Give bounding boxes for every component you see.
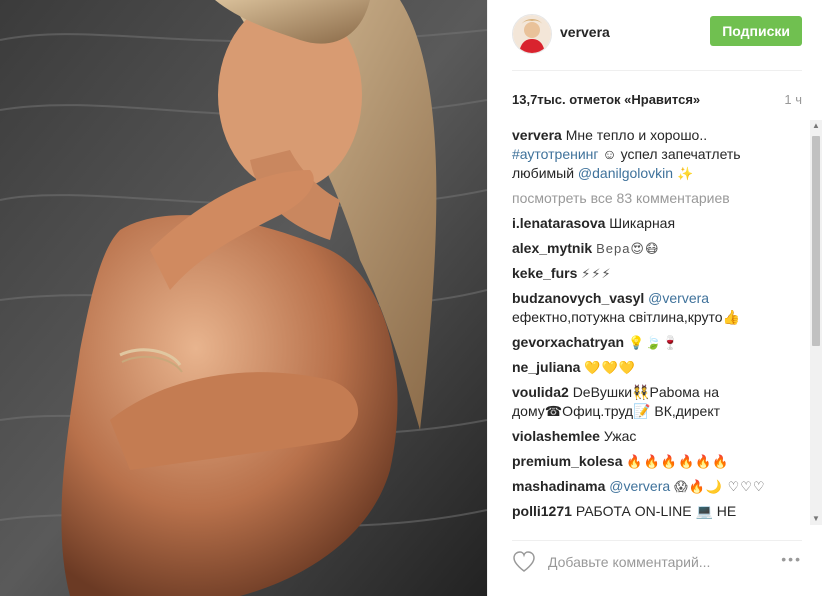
caption-username[interactable]: ververa <box>512 127 562 143</box>
view-all-comments-link[interactable]: посмотреть все 83 комментариев <box>512 189 802 208</box>
comment-text: ефектно,потужна світлина,круто👍 <box>512 309 741 325</box>
scroll-up-arrow-icon[interactable]: ▲ <box>810 120 822 132</box>
post-photo[interactable] <box>0 0 487 596</box>
comment-text: Вера😍😷 <box>596 241 660 256</box>
caption-mention[interactable]: @danilgolovkin <box>578 165 673 181</box>
comment-username[interactable]: polli1271 <box>512 503 572 519</box>
post-header: ververa Подписки <box>512 12 802 71</box>
likes-row: 13,7тыс. отметок «Нравится» 1 ч <box>512 90 802 110</box>
post-footer: ••• <box>512 540 802 585</box>
caption-line3: любимый <box>512 165 575 181</box>
comment-text: Ужас <box>603 428 637 444</box>
comment-text: ⚡⚡⚡ <box>581 266 612 281</box>
comment-username[interactable]: voulida2 <box>512 384 569 400</box>
comment-text: 🔥🔥🔥🔥🔥🔥 <box>626 454 730 469</box>
caption-line2: ☺ успел запечатлеть <box>602 146 741 162</box>
caption: ververa Мне тепло и хорошо.. #аутотренин… <box>512 126 802 183</box>
comment-username[interactable]: alex_mytnik <box>512 240 592 256</box>
comment-item: voulida2 DeBушки👯Pаboма на дому☎Офиц.тру… <box>512 383 802 421</box>
comment-text: 💛💛💛 <box>584 360 636 375</box>
comment-item: premium_kolesa 🔥🔥🔥🔥🔥🔥 <box>512 452 802 471</box>
comment-text: 😱🔥🌙 ♡♡♡ <box>674 479 766 494</box>
comment-text: РАБОТА ON-LINE 💻 НЕ <box>575 503 737 519</box>
comment-username[interactable]: keke_furs <box>512 265 577 281</box>
comments-list: ververa Мне тепло и хорошо.. #аутотренин… <box>512 126 802 524</box>
comment-username[interactable]: violashemlee <box>512 428 600 444</box>
post-time[interactable]: 1 ч <box>784 92 802 107</box>
comment-item: mashadinama @ververa 😱🔥🌙 ♡♡♡ <box>512 477 802 496</box>
comment-text: Шикарная <box>609 215 676 231</box>
post-sidebar: ververa Подписки 13,7тыс. отметок «Нрави… <box>487 0 822 596</box>
comment-username[interactable]: i.lenatarasova <box>512 215 605 231</box>
comment-username[interactable]: mashadinama <box>512 478 605 494</box>
comment-mention[interactable]: @ververa <box>648 290 709 306</box>
comment-item: polli1271 РАБОТА ON-LINE 💻 НЕ <box>512 502 802 521</box>
caption-hashtag[interactable]: #аутотренинг <box>512 146 599 162</box>
comment-username[interactable]: gevorxachatryan <box>512 334 624 350</box>
comment-item: alex_mytnik Вера😍😷 <box>512 239 802 258</box>
comment-item: ne_juliana 💛💛💛 <box>512 358 802 377</box>
scroll-thumb[interactable] <box>812 136 820 346</box>
scroll-down-arrow-icon[interactable]: ▼ <box>810 513 822 525</box>
comment-item: violashemlee Ужас <box>512 427 802 446</box>
comment-item: keke_furs ⚡⚡⚡ <box>512 264 802 283</box>
comment-mention[interactable]: @ververa <box>609 478 670 494</box>
comment-text: 💡🍃🍷 <box>627 335 680 350</box>
more-options-icon[interactable]: ••• <box>781 551 802 567</box>
comments-scrollbar[interactable]: ▲ ▼ <box>810 120 822 525</box>
comment-username[interactable]: premium_kolesa <box>512 453 623 469</box>
comment-input[interactable] <box>546 549 770 575</box>
comment-item: budzanovych_vasyl @ververa ефектно,потуж… <box>512 289 802 327</box>
caption-tail: ✨ <box>676 166 695 181</box>
follow-button[interactable]: Подписки <box>710 16 802 46</box>
comment-username[interactable]: ne_juliana <box>512 359 580 375</box>
heart-icon[interactable] <box>512 551 536 573</box>
caption-line1: Мне тепло и хорошо.. <box>565 127 708 143</box>
comment-username[interactable]: budzanovych_vasyl <box>512 290 644 306</box>
comment-item: gevorxachatryan 💡🍃🍷 <box>512 333 802 352</box>
comment-item: i.lenatarasova Шикарная <box>512 214 802 233</box>
post-author-username[interactable]: ververa <box>560 24 610 40</box>
likes-count[interactable]: 13,7тыс. отметок «Нравится» <box>512 92 700 107</box>
avatar[interactable] <box>512 14 552 54</box>
